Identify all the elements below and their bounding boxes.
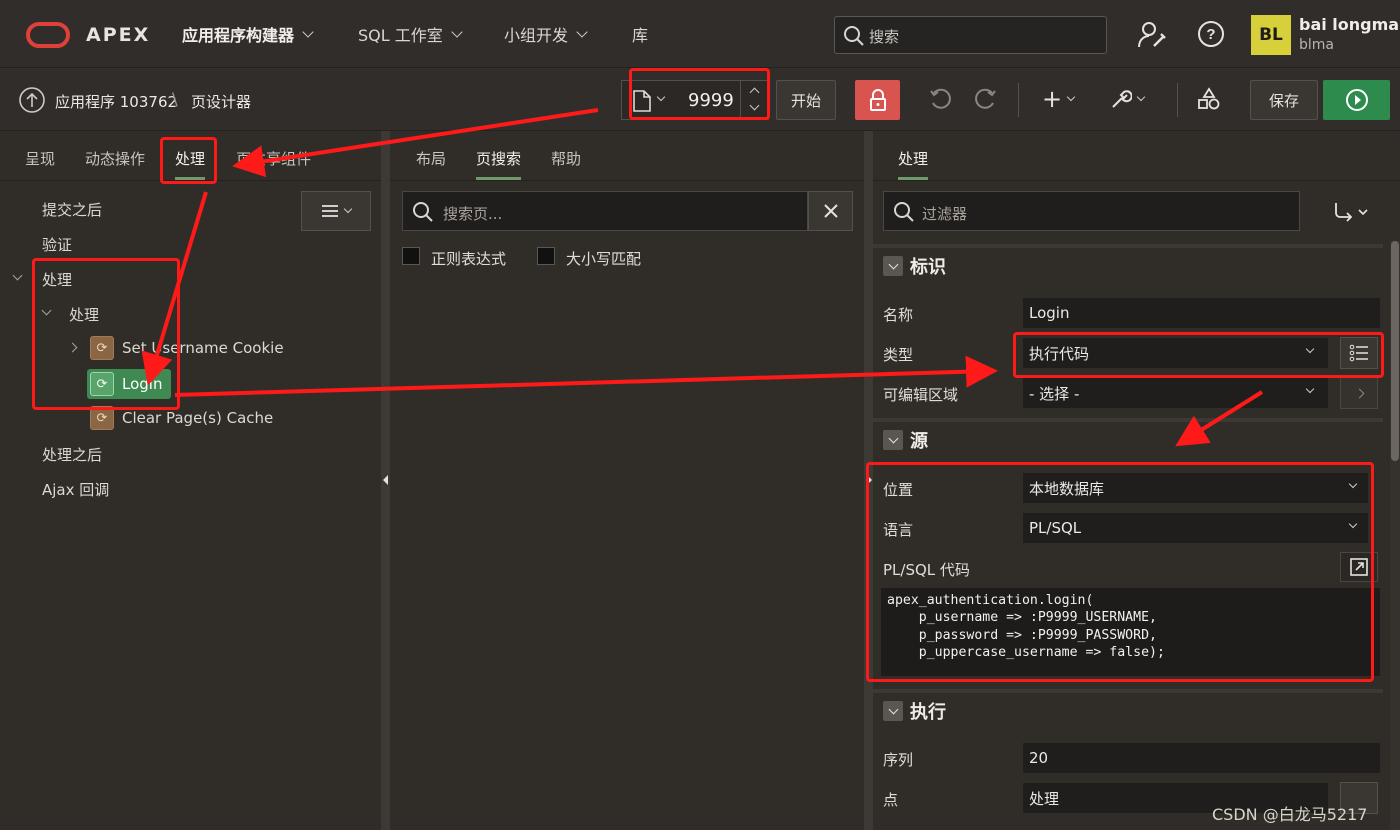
annotation-arrow <box>232 108 599 178</box>
annotation-arrows <box>141 108 1264 447</box>
annotation-arrow <box>141 191 208 386</box>
annotation-arrow <box>1175 390 1264 447</box>
annotation-arrow <box>174 355 998 397</box>
